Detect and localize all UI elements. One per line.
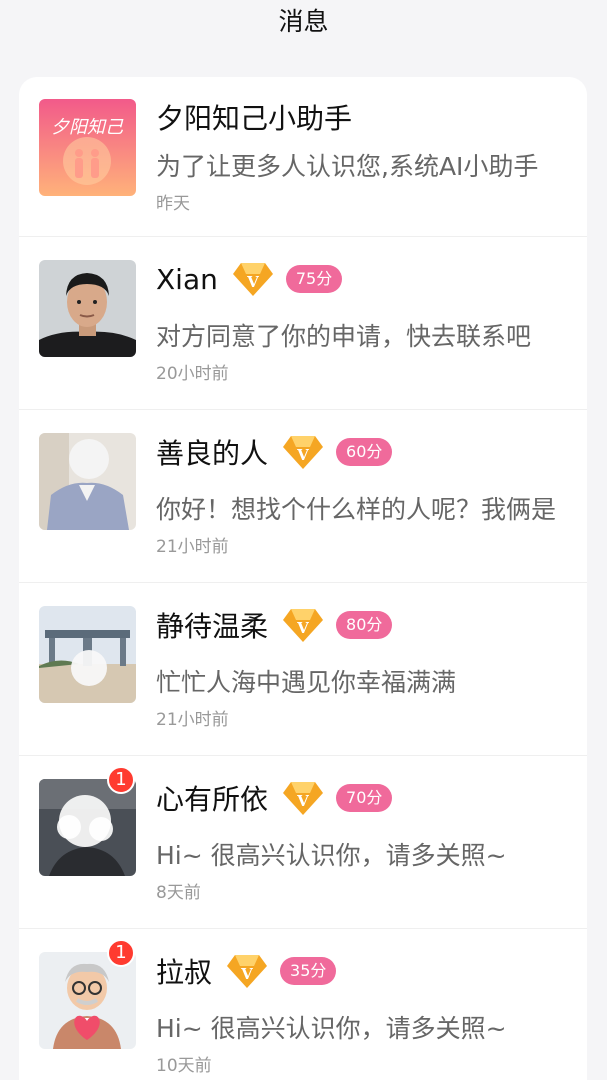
message-preview: 你好！想找个什么样的人呢？我俩是 [156,495,557,524]
message-preview: 为了让更多人认识您,系统AI小助手 [156,152,539,181]
contact-name: 善良的人 [156,437,269,470]
contact-name: 拉叔 [156,956,213,989]
message-list: 夕阳知己 夕阳知己小助手 为了让更多人认识您,系统AI小助手 昨天 Xian V… [19,77,587,1080]
svg-text:V: V [240,965,253,983]
brand-logo-text: 夕阳知己 [51,117,124,138]
svg-text:V: V [246,273,259,291]
message-preview: Hi~ 很高兴认识你，请多关照~ [156,1014,507,1043]
svg-text:V: V [296,446,309,464]
avatar [39,433,136,530]
contact-name: 夕阳知己小助手 [156,102,353,135]
contact-name: 静待温柔 [156,610,269,643]
message-time: 10天前 [156,1056,212,1076]
vip-diamond-icon: V [283,609,324,642]
message-time: 8天前 [156,883,201,903]
score-badge: 70分 [336,784,393,812]
message-time: 21小时前 [156,710,229,730]
message-time: 20小时前 [156,364,229,384]
message-time: 昨天 [156,194,190,214]
avatar [39,606,136,703]
unread-badge: 1 [107,939,135,967]
avatar: 夕阳知己 [39,99,136,196]
vip-diamond-icon: V [283,782,324,815]
vip-diamond-icon: V [227,955,268,988]
avatar [39,260,136,357]
contact-name: Xian [156,262,218,296]
top-bar: 消息 [0,0,607,46]
conversation-row-assistant[interactable]: 夕阳知己 夕阳知己小助手 为了让更多人认识您,系统AI小助手 昨天 [19,77,587,237]
contact-name: 心有所依 [156,783,269,816]
score-badge: 35分 [280,957,337,985]
conversation-row[interactable]: 1 心有所依 V 70分 Hi~ 很高兴认识你，请多关照~ 8天前 [19,756,587,929]
vip-diamond-icon: V [232,263,273,296]
page-title: 消息 [278,7,329,36]
message-time: 21小时前 [156,537,229,557]
unread-badge: 1 [107,766,135,794]
score-badge: 60分 [336,438,393,466]
message-preview: 忙忙人海中遇见你幸福满满 [156,668,457,697]
conversation-row[interactable]: 善良的人 V 60分 你好！想找个什么样的人呢？我俩是 21小时前 [19,410,587,583]
svg-text:V: V [296,792,309,810]
score-badge: 75分 [285,265,343,293]
vip-diamond-icon: V [283,436,324,469]
message-preview: Hi~ 很高兴认识你，请多关照~ [156,841,507,870]
svg-text:V: V [296,619,309,637]
conversation-row[interactable]: 1 拉叔 V 35分 Hi~ 很高兴认识你，请多关照~ 10天前 [19,929,587,1080]
message-preview: 对方同意了你的申请，快去联系吧 [156,322,532,351]
conversation-row[interactable]: Xian V 75分 对方同意了你的申请，快去联系吧 20小时前 [19,237,587,410]
score-badge: 80分 [336,611,393,639]
conversation-row[interactable]: 静待温柔 V 80分 忙忙人海中遇见你幸福满满 21小时前 [19,583,587,756]
